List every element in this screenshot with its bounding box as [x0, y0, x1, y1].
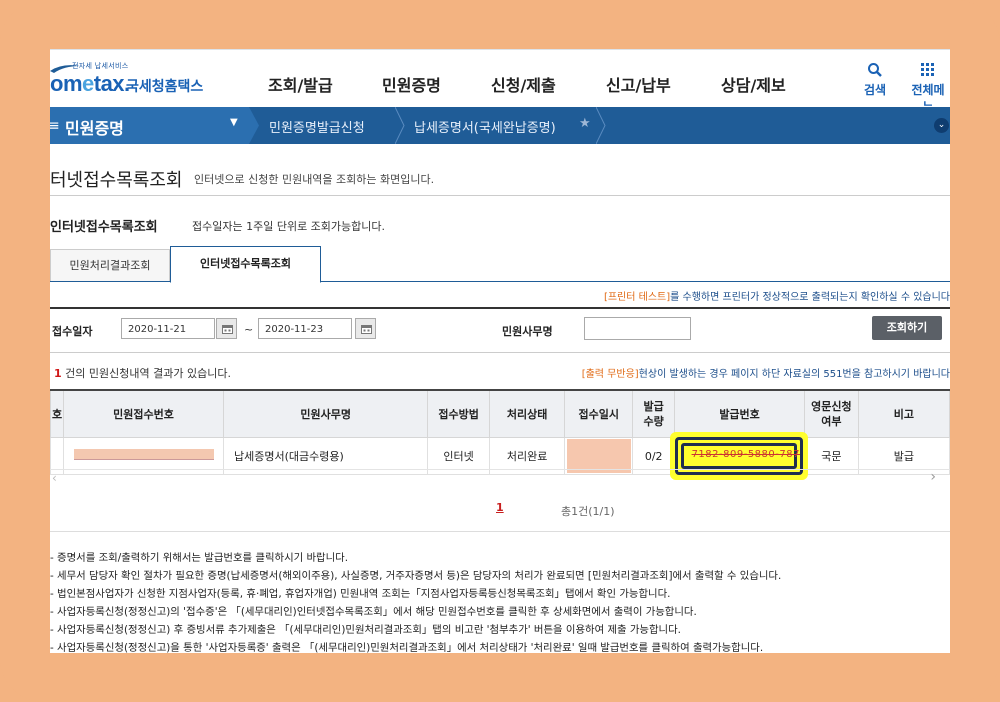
- col-header-status: 처리상태: [488, 389, 566, 438]
- query-button[interactable]: 조회하기: [872, 316, 942, 340]
- nav-report-payment[interactable]: 신고/납부: [606, 72, 671, 96]
- list-item: - 사업자등록신청(정정신고) 후 증빙서류 추가제출은 「(세무대리인)민원처…: [50, 624, 681, 636]
- calendar-icon[interactable]: [355, 318, 376, 339]
- redacted-date: [566, 439, 631, 473]
- table-header-row: 호 민원접수번호 민원사무명 접수방법 처리상태 접수일시 발급 수량 발급번호…: [50, 389, 950, 438]
- scroll-left-icon[interactable]: ‹: [52, 471, 57, 485]
- nav-inquiry-issue[interactable]: 조회/발급: [268, 72, 333, 96]
- breadcrumb-separator: [249, 107, 259, 144]
- breadcrumb-item-certificate-request[interactable]: 민원증명발급신청: [269, 117, 365, 136]
- nav-consult-report[interactable]: 상담/제보: [721, 72, 786, 96]
- tab-bar: 민원처리결과조회 인터넷접수목록조회: [50, 246, 950, 283]
- scroll-right-icon[interactable]: ›: [930, 469, 936, 485]
- redacted-receipt-no: [73, 449, 214, 460]
- total-count: 총1건(1/1): [561, 505, 615, 518]
- search-icon: [864, 62, 886, 80]
- list-item: - 사업자등록신청(정정신고)을 통한 '사업자등록증' 출력은 「(세무대리인…: [50, 642, 764, 653]
- section-title: 인터넷접수목록조회: [50, 220, 158, 235]
- col-header-no: 호: [50, 389, 65, 438]
- horizontal-scrollbar[interactable]: ‹ ›: [50, 469, 950, 486]
- breadcrumb-item-tax-certificate[interactable]: 납세증명서(국세완납증명): [414, 117, 556, 136]
- menu-title: 민원증명: [65, 119, 124, 138]
- menu-icon: ≡: [50, 118, 60, 134]
- col-header-issue-no: 발급번호: [674, 389, 806, 438]
- grid-icon: [906, 62, 950, 80]
- top-header: 전자세 납세서비스 ometax. 국세청홈택스 조회/발급 민원증명 신청/제…: [50, 49, 950, 114]
- pagination: 1 총1건(1/1): [50, 501, 950, 526]
- browser-viewport: 전자세 납세서비스 ometax. 국세청홈택스 조회/발급 민원증명 신청/제…: [50, 49, 950, 653]
- date-to-field[interactable]: 2020-11-23: [258, 318, 352, 339]
- result-count: 1 건의 민원신청내역 결과가 있습니다.: [54, 367, 231, 380]
- printer-test-link[interactable]: [프린터 테스트]: [604, 292, 670, 303]
- no-output-link[interactable]: [출력 무반응]: [582, 369, 639, 380]
- nav-application[interactable]: 신청/제출: [491, 72, 556, 96]
- breadcrumb-separator: [596, 107, 606, 144]
- star-icon[interactable]: ★: [579, 116, 591, 131]
- list-item: - 법인본점사업자가 신청한 지점사업자(등록, 휴·폐업, 휴업자개업) 민원…: [50, 588, 671, 600]
- tab-processing-results[interactable]: 민원처리결과조회: [50, 249, 170, 281]
- date-range-separator: ~: [244, 323, 254, 336]
- breadcrumb-bar: ≡ 민원증명 ▼ 민원증명발급신청 납세증명서(국세완납증명) ★ ⌄: [50, 107, 950, 144]
- col-header-date: 접수일시: [564, 389, 634, 438]
- page-title: 터넷접수목록조회: [50, 170, 183, 191]
- divider: [50, 195, 950, 196]
- col-header-english: 영문신청 여부: [804, 389, 859, 438]
- divider: [50, 531, 950, 532]
- col-header-qty: 발급 수량: [632, 389, 676, 438]
- col-header-receipt-no: 민원접수번호: [63, 389, 224, 438]
- tab-internet-receipts[interactable]: 인터넷접수목록조회: [170, 246, 321, 283]
- breadcrumb-separator: [395, 107, 405, 144]
- issue-number-link[interactable]: 7182-809-5880-787: [692, 449, 800, 460]
- notes-list: - 증명서를 조회/출력하기 위해서는 발급번호를 클릭하시기 바랍니다. - …: [50, 549, 781, 653]
- page-link-current[interactable]: 1: [496, 501, 504, 514]
- hometax-logo[interactable]: 전자세 납세서비스 ometax. 국세청홈택스: [50, 61, 210, 97]
- logo-tagline: 전자세 납세서비스: [72, 62, 129, 70]
- col-header-service-name: 민원사무명: [222, 389, 429, 438]
- date-label: 접수일자: [52, 325, 93, 338]
- col-header-note: 비고: [857, 389, 950, 438]
- list-item: - 사업자등록신청(정정신고)의 '접수증'은 「(세무대리인)인터넷접수목록조…: [50, 606, 697, 618]
- logo-wordmark: ometax.: [50, 71, 130, 96]
- page-description: 인터넷으로 신청한 민원내역을 조회하는 화면입니다.: [194, 173, 435, 186]
- screenshot-frame: 전자세 납세서비스 ometax. 국세청홈택스 조회/발급 민원증명 신청/제…: [0, 0, 1000, 702]
- calendar-icon[interactable]: [216, 318, 237, 339]
- search-panel: 접수일자 2020-11-21 ~ 2020-11-23 민원사무명: [50, 307, 950, 353]
- service-name-input[interactable]: [584, 317, 691, 340]
- expand-chevron-icon[interactable]: ⌄: [934, 118, 949, 133]
- list-item: - 증명서를 조회/출력하기 위해서는 발급번호를 클릭하시기 바랍니다.: [50, 552, 349, 564]
- chevron-down-icon: ▼: [230, 117, 238, 128]
- menu-home[interactable]: ≡ 민원증명 ▼: [50, 107, 249, 144]
- no-output-notice: [출력 무반응]현상이 발생하는 경우 페이지 하단 자료실의 551번을 참고…: [581, 369, 950, 380]
- nav-certificates[interactable]: 민원증명: [382, 72, 441, 96]
- col-header-method: 접수방법: [427, 389, 490, 438]
- service-name-label: 민원사무명: [502, 325, 553, 338]
- date-from-field[interactable]: 2020-11-21: [121, 318, 215, 339]
- list-item: - 세무서 담당자 확인 절차가 필요한 증명(납세증명서(해외이주용), 사실…: [50, 570, 782, 582]
- results-table: 호 민원접수번호 민원사무명 접수방법 처리상태 접수일시 발급 수량 발급번호…: [50, 389, 950, 480]
- section-description: 접수일자는 1주일 단위로 조회가능합니다.: [192, 220, 386, 233]
- search-button[interactable]: 검색: [864, 62, 886, 98]
- logo-korean: 국세청홈택스: [126, 79, 204, 95]
- printer-test-notice: [프린터 테스트]를 수행하면 프린터가 정상적으로 출력되는지 확인하실 수 …: [603, 292, 950, 303]
